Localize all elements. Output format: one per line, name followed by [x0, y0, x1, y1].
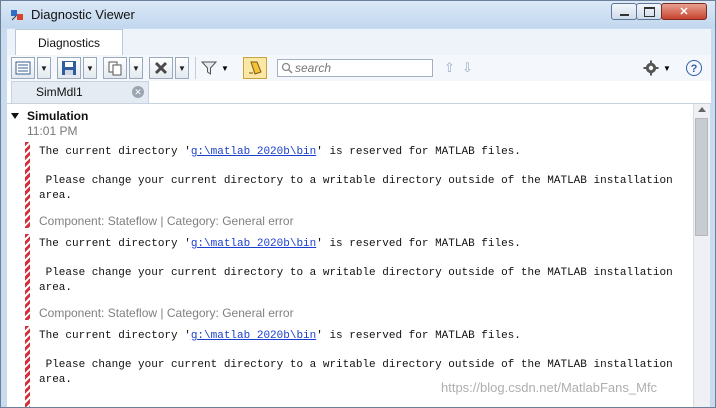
diagnostic-message: The current directory 'g:\matlab 2020b\b…	[25, 234, 685, 320]
next-result-button[interactable]: ⇩	[462, 60, 473, 76]
copy-button[interactable]	[103, 57, 127, 79]
save-dropdown[interactable]: ▼	[83, 57, 97, 79]
highlight-icon	[249, 61, 262, 75]
message-line-3: area.	[39, 374, 73, 386]
message-line-2: Please change your current directory to …	[39, 359, 673, 371]
window-title: Diagnostic Viewer	[31, 7, 135, 22]
chevron-down-icon: ▼	[86, 63, 94, 73]
directory-link[interactable]: g:\matlab 2020b\bin	[191, 146, 316, 158]
filter-button[interactable]: ▼	[201, 57, 235, 79]
error-stripe	[25, 234, 30, 320]
minimize-icon	[619, 13, 629, 16]
arrow-down-icon: ⇩	[462, 60, 473, 75]
copy-icon	[108, 61, 122, 76]
tab-simmdl1[interactable]: SimMdl1 ✕	[11, 81, 149, 103]
tab-strip: Diagnostics	[7, 29, 711, 56]
save-icon	[62, 61, 76, 75]
diagnostic-message: The current directory 'g:\matlab 2020b\b…	[25, 142, 685, 228]
save-button[interactable]	[57, 57, 81, 79]
report-button[interactable]	[11, 57, 35, 79]
tab-diagnostics[interactable]: Diagnostics	[15, 29, 123, 55]
diagnostic-viewer-window: Diagnostic Viewer ✕ Diagnostics ▼ ▼ ▼ ▼ …	[0, 0, 716, 408]
chevron-down-icon: ▼	[663, 63, 671, 73]
gear-icon	[643, 60, 659, 76]
maximize-icon	[643, 6, 655, 17]
message-line-2: Please change your current directory to …	[39, 175, 673, 187]
model-tab-strip: SimMdl1 ✕	[7, 81, 711, 104]
watermark: https://blog.csdn.net/MatlabFans_Mfc	[441, 380, 658, 395]
vertical-scrollbar[interactable]	[693, 104, 710, 407]
clear-button[interactable]	[149, 57, 173, 79]
arrow-up-icon: ⇧	[444, 60, 455, 75]
tab-diagnostics-label: Diagnostics	[37, 35, 101, 50]
previous-result-button[interactable]: ⇧	[444, 60, 455, 76]
title-bar: Diagnostic Viewer ✕	[1, 1, 715, 28]
directory-link[interactable]: g:\matlab 2020b\bin	[191, 238, 316, 250]
message-meta: Component: Stateflow | Category: General…	[39, 306, 294, 320]
close-button[interactable]: ✕	[661, 3, 707, 20]
group-timestamp: 11:01 PM	[27, 124, 78, 138]
chevron-down-icon: ▼	[221, 63, 229, 73]
settings-button[interactable]: ▼	[643, 57, 677, 79]
error-stripe	[25, 326, 30, 407]
help-button[interactable]: ?	[684, 57, 704, 79]
chevron-down-icon: ▼	[178, 63, 186, 73]
search-input[interactable]	[295, 61, 429, 75]
close-tab-icon[interactable]: ✕	[132, 86, 144, 98]
message-meta: Component: Stateflow | Category: General…	[39, 214, 294, 228]
toolbar-divider	[195, 57, 196, 79]
clear-icon	[154, 61, 168, 75]
close-icon: ✕	[679, 6, 689, 18]
scroll-up-icon[interactable]	[698, 107, 706, 112]
message-line-2: Please change your current directory to …	[39, 267, 673, 279]
message-line-3: area.	[39, 190, 73, 202]
collapse-arrow-icon[interactable]	[11, 113, 19, 119]
copy-dropdown[interactable]: ▼	[129, 57, 143, 79]
search-box[interactable]	[277, 59, 433, 77]
message-line-1: The current directory 'g:\matlab 2020b\b…	[39, 238, 521, 250]
chevron-down-icon: ▼	[132, 63, 140, 73]
filter-icon	[201, 61, 217, 75]
simulink-icon	[11, 10, 23, 21]
error-stripe	[25, 142, 30, 228]
model-tab-label: SimMdl1	[36, 85, 83, 99]
group-title: Simulation	[27, 109, 89, 123]
scrollbar-thumb[interactable]	[695, 118, 708, 236]
help-icon: ?	[686, 60, 702, 76]
directory-link[interactable]: g:\matlab 2020b\bin	[191, 330, 316, 342]
group-header-simulation[interactable]: Simulation	[11, 109, 88, 123]
chevron-down-icon: ▼	[40, 63, 48, 73]
report-dropdown[interactable]: ▼	[37, 57, 51, 79]
message-line-3: area.	[39, 282, 73, 294]
minimize-button[interactable]	[611, 3, 637, 20]
diagnostics-panel: Simulation 11:01 PM The current director…	[7, 104, 693, 407]
search-icon	[281, 62, 293, 74]
message-line-1: The current directory 'g:\matlab 2020b\b…	[39, 146, 521, 158]
message-line-1: The current directory 'g:\matlab 2020b\b…	[39, 330, 521, 342]
report-icon	[15, 61, 31, 75]
toolbar: ▼ ▼ ▼ ▼ ▼ search ⇧ ⇩ ▼ ?	[7, 55, 711, 81]
highlight-toggle[interactable]	[243, 57, 267, 79]
maximize-button[interactable]	[636, 3, 662, 20]
clear-dropdown[interactable]: ▼	[175, 57, 189, 79]
